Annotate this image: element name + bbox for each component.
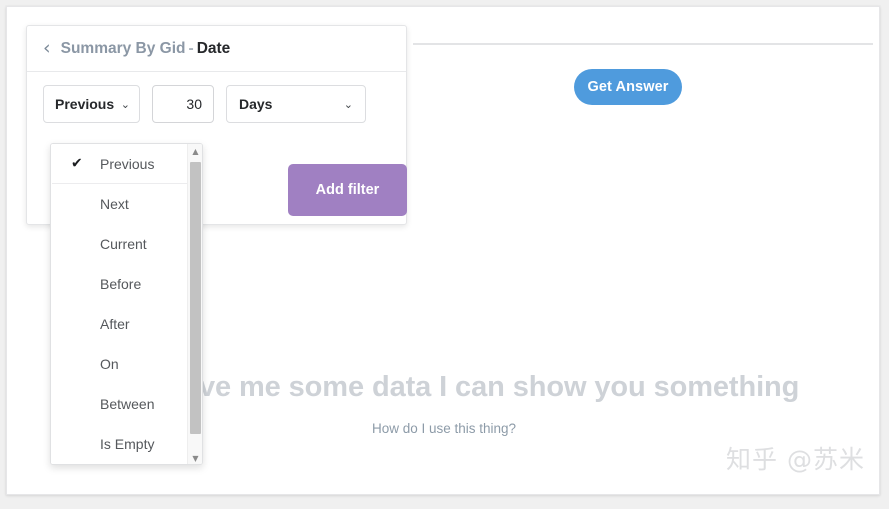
amount-input[interactable] (152, 85, 214, 123)
operator-option-label: Before (100, 276, 142, 292)
how-do-i-use-this-link[interactable]: How do I use this thing? (372, 421, 516, 436)
operator-option-on[interactable]: On (51, 344, 202, 384)
operator-option-label: Is Empty (100, 436, 155, 452)
operator-option-next[interactable]: Next (51, 184, 202, 224)
breadcrumb-source[interactable]: Summary By Gid (61, 40, 186, 57)
operator-option-is-empty[interactable]: Is Empty (51, 424, 202, 464)
dropdown-scrollbar[interactable]: ▲ ▼ (187, 144, 202, 464)
unit-select[interactable]: Days ⌄ (226, 85, 366, 123)
scroll-up-arrow-icon[interactable]: ▲ (188, 144, 202, 159)
operator-option-before[interactable]: Before (51, 264, 202, 304)
add-filter-button[interactable]: Add filter (288, 164, 407, 216)
operator-select-label: Previous (55, 96, 115, 112)
scroll-down-arrow-icon[interactable]: ▼ (188, 451, 202, 464)
chevron-down-icon: ⌄ (343, 97, 353, 111)
breadcrumb-field: Date (196, 39, 231, 57)
operator-select[interactable]: Previous ⌄ (43, 85, 140, 123)
chevron-down-icon: ⌄ (120, 97, 130, 111)
operator-dropdown[interactable]: ✔ Previous Next Current Before After On Between… (50, 143, 203, 465)
filter-body: Previous ⌄ Days ⌄ (27, 72, 406, 123)
scrollbar-thumb[interactable] (190, 162, 201, 434)
filter-popover-header: ‹ Summary By Gid - Date (27, 26, 406, 72)
operator-option-label: Next (100, 196, 129, 212)
operator-option-label: After (100, 316, 130, 332)
operator-option-label: Previous (100, 156, 155, 172)
operator-option-between[interactable]: Between (51, 384, 202, 424)
operator-dropdown-list: ✔ Previous Next Current Before After On Between… (51, 144, 202, 464)
operator-option-label: Between (100, 396, 155, 412)
filter-control-row: Previous ⌄ Days ⌄ (43, 85, 390, 123)
operator-option-after[interactable]: After (51, 304, 202, 344)
operator-option-previous[interactable]: ✔ Previous (51, 144, 202, 184)
operator-option-label: Current (100, 236, 147, 252)
operator-option-label: On (100, 356, 119, 372)
answer-divider (413, 43, 873, 45)
back-chevron-icon[interactable]: ‹ (43, 39, 51, 58)
operator-option-current[interactable]: Current (51, 224, 202, 264)
breadcrumb: Summary By Gid - Date (61, 40, 231, 58)
check-icon: ✔ (71, 155, 83, 172)
app-page: Get Answer If you give me some data I ca… (6, 6, 880, 495)
breadcrumb-separator: - (188, 39, 194, 57)
watermark: 知乎 @苏米 (726, 445, 865, 474)
get-answer-button[interactable]: Get Answer (574, 69, 682, 105)
unit-select-label: Days (239, 96, 273, 112)
